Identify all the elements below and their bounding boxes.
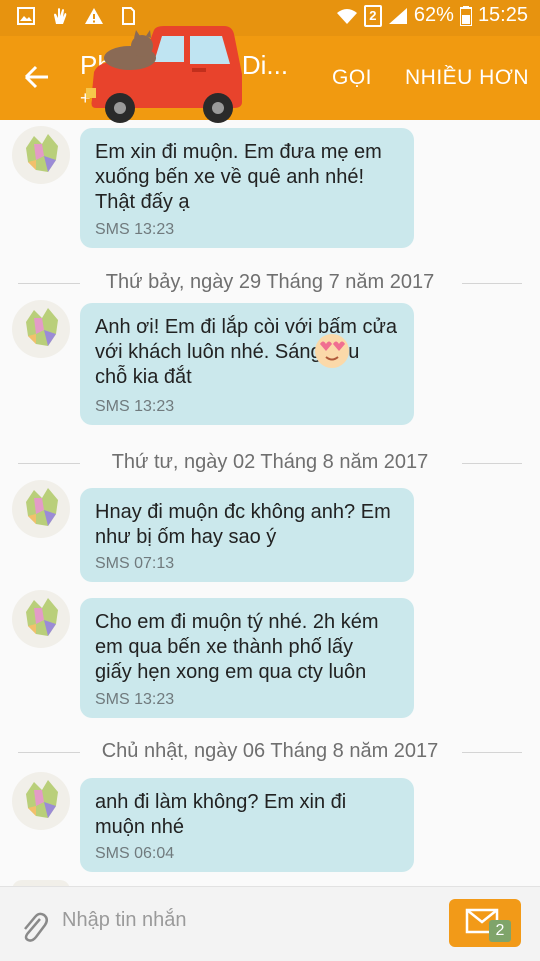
sim-badge: 2: [489, 920, 511, 942]
message-text: Anh ơi! Em đi lắp còi với bấm cửa với kh…: [95, 316, 397, 388]
message-bubble[interactable]: anh đi làm không? Em xin đi muộn nhé SMS…: [80, 778, 414, 872]
contact-avatar[interactable]: [12, 126, 70, 184]
date-separator: Thứ tư, ngày 02 Tháng 8 năm 2017: [0, 448, 540, 478]
contact-avatar[interactable]: [12, 590, 70, 648]
message-bubble[interactable]: Hnay đi muộn đc không anh? Em như bị ốm …: [80, 488, 414, 582]
message-bubble[interactable]: Em xin đi muộn. Em đưa mẹ em xuống bến x…: [80, 128, 414, 248]
back-arrow-icon[interactable]: [22, 62, 52, 92]
message-meta: SMS 13:23: [95, 221, 175, 238]
app-bar: Ph Di... + GỌI NHIỀU HƠN: [0, 36, 540, 120]
message-text: Cho em đi muộn tý nhé. 2h kém em qua bến…: [95, 611, 379, 683]
message-meta: SMS 13:23: [95, 691, 175, 708]
contact-avatar[interactable]: [12, 300, 70, 358]
date-label: Chủ nhật, ngày 06 Tháng 8 năm 2017: [101, 740, 439, 762]
date-label: Thứ bảy, ngày 29 Tháng 7 năm 2017: [105, 271, 435, 293]
status-bar: 2 62% 15:25: [0, 0, 540, 36]
gallery-icon: [17, 7, 35, 25]
signal-icon: [388, 7, 407, 24]
message-input[interactable]: Nhập tin nhắn: [62, 909, 187, 932]
contact-avatar[interactable]: [12, 480, 70, 538]
heart-eyes-emoji-icon: [315, 334, 349, 368]
message-bubble[interactable]: Anh ơi! Em đi lắp còi với bấm cửa với kh…: [80, 303, 414, 425]
gesture-icon: [54, 8, 67, 24]
contact-avatar[interactable]: [12, 772, 70, 830]
message-text: anh đi làm không? Em xin đi muộn nhé: [95, 791, 347, 838]
message-thread[interactable]: Em xin đi muộn. Em đưa mẹ em xuống bến x…: [0, 120, 540, 886]
clock: 15:25: [477, 4, 528, 26]
date-separator: Chủ nhật, ngày 06 Tháng 8 năm 2017: [0, 737, 540, 767]
paperclip-icon[interactable]: [18, 909, 48, 943]
sim-indicator: 2: [363, 4, 382, 27]
date-label: Thứ tư, ngày 02 Tháng 8 năm 2017: [111, 451, 429, 473]
wifi-icon: [336, 8, 357, 24]
message-text: Em xin đi muộn. Em đưa mẹ em xuống bến x…: [95, 141, 382, 213]
message-meta: SMS 06:04: [95, 845, 175, 862]
more-button[interactable]: NHIỀU HƠN: [405, 66, 529, 90]
message-meta: SMS 13:23: [95, 398, 175, 415]
date-separator: Thứ bảy, ngày 29 Tháng 7 năm 2017: [0, 268, 540, 298]
message-text: Hnay đi muộn đc không anh? Em như bị ốm …: [95, 501, 391, 548]
battery-icon: [459, 5, 472, 26]
car-sticker-icon: [86, 26, 242, 123]
call-button[interactable]: GỌI: [332, 66, 372, 90]
battery-percent: 62%: [413, 4, 454, 26]
message-bubble[interactable]: Cho em đi muộn tý nhé. 2h kém em qua bến…: [80, 598, 414, 718]
message-meta: SMS 07:13: [95, 555, 175, 572]
